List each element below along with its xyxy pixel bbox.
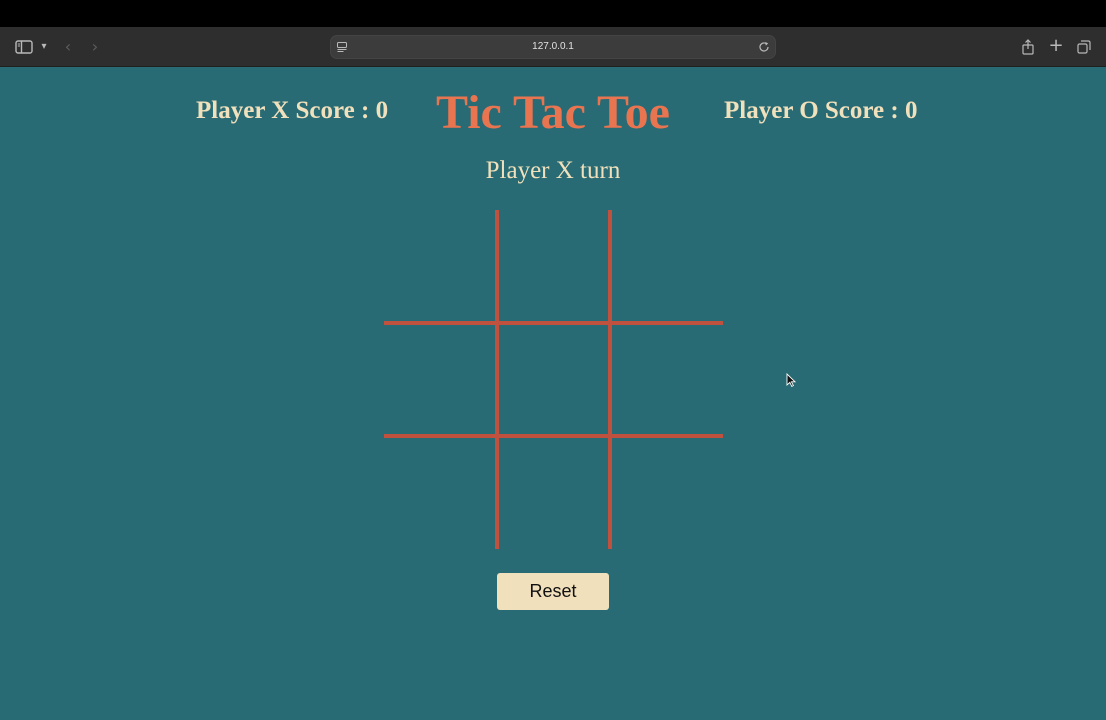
board-cell[interactable]: [497, 210, 610, 323]
turn-status: Player X turn: [485, 157, 621, 184]
reload-icon[interactable]: [757, 40, 771, 54]
mouse-cursor-icon: [786, 373, 796, 387]
board-cell[interactable]: [384, 436, 497, 549]
board-cell[interactable]: [610, 323, 723, 436]
browser-toolbar: ▾ ‹ › 127.0.0.1 +: [0, 27, 1106, 67]
address-bar[interactable]: 127.0.0.1: [330, 35, 776, 59]
board-cell[interactable]: [497, 323, 610, 436]
chevron-left-icon[interactable]: ‹: [60, 38, 76, 56]
share-icon[interactable]: [1020, 38, 1036, 56]
tabs-overview-icon[interactable]: [1076, 39, 1092, 55]
board-cell[interactable]: [497, 436, 610, 549]
chevron-right-icon[interactable]: ›: [87, 38, 103, 56]
reset-button[interactable]: Reset: [497, 573, 609, 610]
plus-icon[interactable]: +: [1047, 37, 1065, 55]
board-cell[interactable]: [610, 436, 723, 549]
chevron-down-icon[interactable]: ▾: [38, 40, 50, 54]
url-text[interactable]: 127.0.0.1: [331, 36, 775, 58]
board-cell[interactable]: [384, 210, 497, 323]
game-page: Player X Score : 0 Tic Tac Toe Player O …: [0, 67, 1106, 720]
sidebar-icon[interactable]: [14, 39, 34, 55]
game-board: [384, 210, 723, 549]
page-title: Tic Tac Toe: [436, 86, 670, 139]
board-cell[interactable]: [610, 210, 723, 323]
board-cell[interactable]: [384, 323, 497, 436]
screen: ▾ ‹ › 127.0.0.1 + Player X Score: 0 Tic…: [0, 0, 1106, 720]
menu-bar-strip: [0, 0, 1106, 27]
player-o-score: Player O Score : 0: [724, 97, 918, 124]
